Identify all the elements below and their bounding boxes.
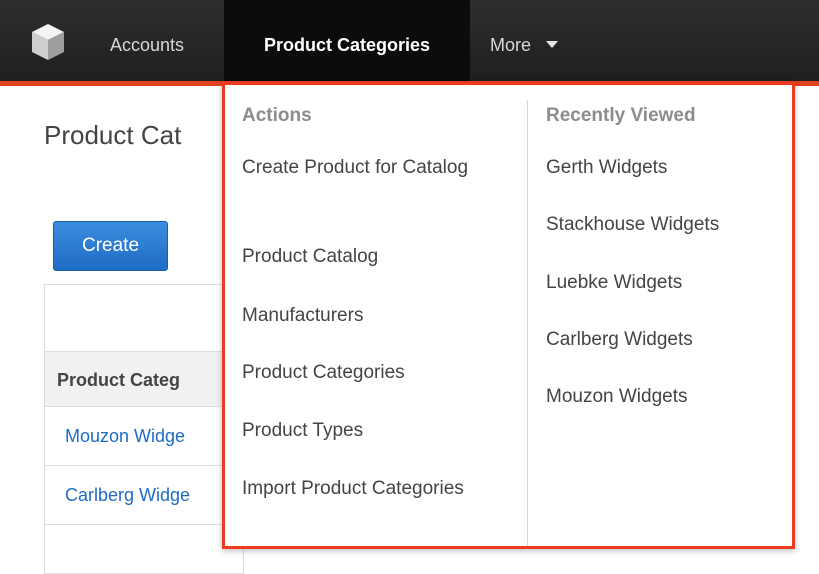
nav-item-label: Accounts	[110, 35, 185, 55]
caret-down-icon	[546, 40, 559, 48]
recent-item[interactable]: Stackhouse Widgets	[546, 207, 786, 243]
more-dropdown-menu: Actions Create Product for Catalog Produ…	[222, 82, 795, 549]
column-divider	[527, 100, 528, 546]
list-table: Product Categ Mouzon Widge Carlberg Widg…	[44, 284, 245, 574]
menu-item-import-product-categories[interactable]: Import Product Categories	[242, 471, 502, 507]
table-row-link[interactable]: Carlberg Widge	[45, 466, 245, 525]
menu-item-product-catalog[interactable]: Product Catalog	[242, 239, 502, 275]
menu-item-product-types[interactable]: Product Types	[242, 413, 502, 449]
table-row-link[interactable]: Mouzon Widge	[45, 407, 245, 466]
menu-item-create-product[interactable]: Create Product for Catalog	[242, 150, 502, 186]
column-header-product-category[interactable]: Product Categ	[45, 351, 245, 407]
nav-item-accounts[interactable]: Accounts	[110, 0, 184, 81]
nav-item-more[interactable]: More	[490, 0, 559, 81]
recently-viewed-heading: Recently Viewed	[546, 105, 696, 126]
top-navbar: Accounts Product Categories More	[0, 0, 819, 86]
nav-item-label: More	[490, 35, 532, 55]
nav-item-label: Product Categories	[263, 35, 431, 55]
page-title: Product Cat	[44, 120, 182, 150]
recent-item[interactable]: Mouzon Widgets	[546, 379, 786, 415]
nav-item-product-categories[interactable]: Product Categories	[224, 0, 470, 81]
recent-item[interactable]: Carlberg Widgets	[546, 322, 786, 358]
recent-item[interactable]: Gerth Widgets	[546, 150, 786, 186]
menu-item-product-categories[interactable]: Product Categories	[242, 355, 502, 391]
recent-item[interactable]: Luebke Widgets	[546, 265, 786, 301]
actions-heading: Actions	[242, 105, 312, 126]
create-button[interactable]: Create	[53, 221, 168, 271]
cube-logo-icon[interactable]	[30, 22, 66, 62]
menu-item-manufacturers[interactable]: Manufacturers	[242, 298, 502, 334]
